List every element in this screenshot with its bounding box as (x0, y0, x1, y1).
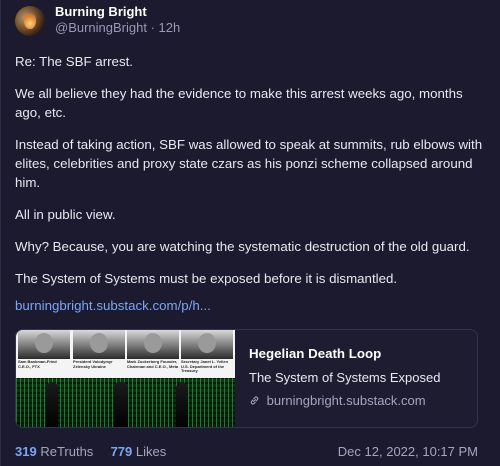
author-handle[interactable]: @BurningBright (55, 20, 147, 35)
link-icon (249, 394, 263, 408)
thumbnail-portrait (127, 330, 179, 359)
post-timestamp[interactable]: Dec 12, 2022, 10:17 PM (338, 444, 478, 459)
avatar-flame-icon (24, 11, 36, 29)
post-paragraph: All in public view. (15, 207, 116, 222)
post-paragraph: The System of Systems must be exposed be… (15, 271, 398, 286)
thumbnail-portrait (73, 330, 125, 359)
thumbnail-caption: President Volodymyr Zelensky Ukraine (73, 359, 113, 369)
post-paragraph: Re: The SBF arrest. (15, 54, 133, 69)
link-card-title[interactable]: Hegelian Death Loop (249, 346, 381, 361)
thumbnail-figure (46, 382, 58, 427)
likes-label[interactable]: Likes (136, 444, 166, 459)
thumbnail-portrait (181, 330, 233, 359)
retruths-label[interactable]: ReTruths (40, 444, 93, 459)
post-body: Re: The SBF arrest. We all believe they … (15, 52, 485, 301)
author-handle-line: @BurningBright · 12h (55, 20, 180, 35)
link-card-subtitle: The System of Systems Exposed (249, 370, 441, 385)
post-paragraph: Instead of taking action, SBF was allowe… (15, 137, 483, 190)
link-card-domain-row: burningbright.substack.com (249, 393, 426, 408)
likes-count[interactable]: 779 (111, 444, 133, 459)
thumbnail-figure (176, 382, 188, 427)
thumbnail-caption: Mark Zuckerberg Founder, Chairman and C.… (127, 359, 179, 369)
thumbnail-figure (114, 382, 128, 427)
post-stats: 319 ReTruths 779 Likes (15, 444, 166, 459)
thumbnail-caption: Sam Bankman-Fried C.E.O., FTX (18, 359, 57, 369)
post-age: 12h (158, 20, 181, 35)
separator-dot: · (150, 20, 159, 35)
post-paragraph: Why? Because, you are watching the syste… (15, 239, 470, 254)
thumbnail-caption: Secretary Janet L. Yellen U.S. Departmen… (181, 359, 229, 374)
link-preview-thumbnail: Sam Bankman-Fried C.E.O., FTX President … (16, 330, 235, 427)
link-card-domain: burningbright.substack.com (266, 393, 426, 408)
author-name[interactable]: Burning Bright (55, 4, 147, 19)
post-paragraph: We all believe they had the evidence to … (15, 86, 463, 120)
post-card: Burning Bright @BurningBright · 12h Re: … (0, 0, 500, 466)
author-avatar[interactable] (15, 6, 45, 36)
post-link[interactable]: burningbright.substack.com/p/h... (15, 298, 211, 313)
retruths-count[interactable]: 319 (15, 444, 37, 459)
link-preview-card[interactable]: Sam Bankman-Fried C.E.O., FTX President … (15, 329, 478, 428)
thumbnail-portrait (18, 330, 70, 359)
